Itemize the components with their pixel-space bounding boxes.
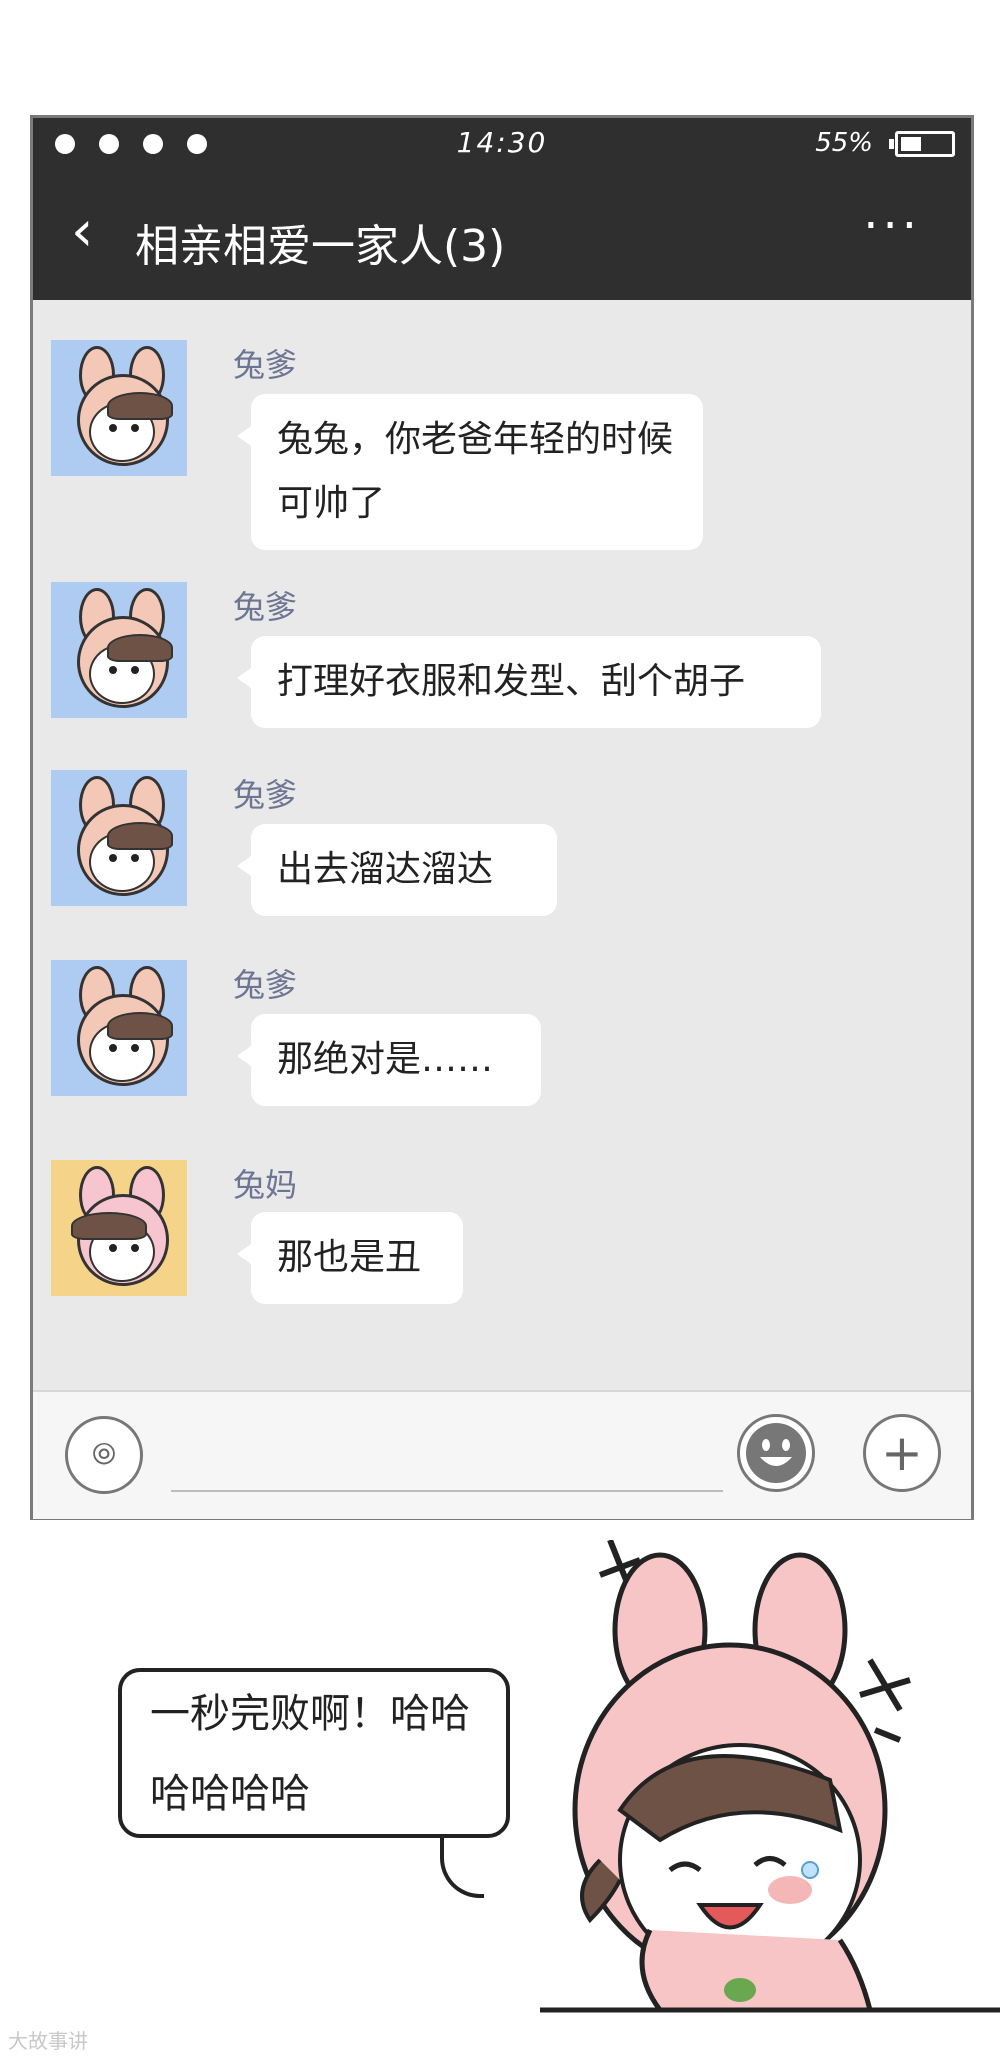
- message-bubble[interactable]: 出去溜达溜达: [237, 824, 557, 916]
- emoji-icon[interactable]: [737, 1414, 815, 1492]
- speech-bubble-tail: [440, 1834, 484, 1898]
- watermark: 大故事讲: [8, 2029, 88, 2053]
- bunny-character-illustration: [540, 1540, 1000, 2013]
- status-bar: 14:30 55%: [33, 118, 971, 170]
- sender-name: 兔妈: [233, 1166, 298, 1204]
- avatar[interactable]: [51, 340, 187, 476]
- battery-icon: [889, 131, 955, 157]
- message-bubble[interactable]: 打理好衣服和发型、刮个胡子: [237, 636, 821, 728]
- sender-name: 兔爹: [233, 588, 298, 626]
- avatar[interactable]: [51, 770, 187, 906]
- message-bubble[interactable]: 那绝对是……: [237, 1014, 541, 1106]
- avatar[interactable]: [51, 1160, 187, 1296]
- more-icon[interactable]: ···: [863, 198, 921, 254]
- battery-percent: 55%: [815, 128, 873, 158]
- sender-name: 兔爹: [233, 346, 298, 384]
- speech-bubble: 一秒完败啊！哈哈哈哈哈哈: [118, 1668, 510, 1838]
- phone-frame: 14:30 55% ‹ 相亲相爱一家人(3) ··· 兔爹 兔兔，你老爸年轻的时…: [30, 115, 974, 1520]
- chat-header: ‹ 相亲相爱一家人(3) ···: [33, 170, 971, 300]
- voice-icon[interactable]: ⦾: [65, 1416, 143, 1494]
- plus-icon[interactable]: +: [863, 1414, 941, 1492]
- sender-name: 兔爹: [233, 776, 298, 814]
- avatar[interactable]: [51, 582, 187, 718]
- chat-title: 相亲相爱一家人(3): [135, 221, 506, 272]
- chevron-left-icon[interactable]: ‹: [71, 202, 93, 262]
- message-list: 兔爹 兔兔，你老爸年轻的时候可帅了 兔爹 打理好衣服和发型、刮个胡子 兔爹 出去…: [33, 300, 971, 1390]
- input-bar: ⦾ +: [33, 1390, 971, 1519]
- avatar[interactable]: [51, 960, 187, 1096]
- message-input[interactable]: [171, 1490, 723, 1492]
- message-bubble[interactable]: 那也是丑: [237, 1212, 463, 1304]
- sender-name: 兔爹: [233, 966, 298, 1004]
- message-bubble[interactable]: 兔兔，你老爸年轻的时候可帅了: [237, 394, 703, 550]
